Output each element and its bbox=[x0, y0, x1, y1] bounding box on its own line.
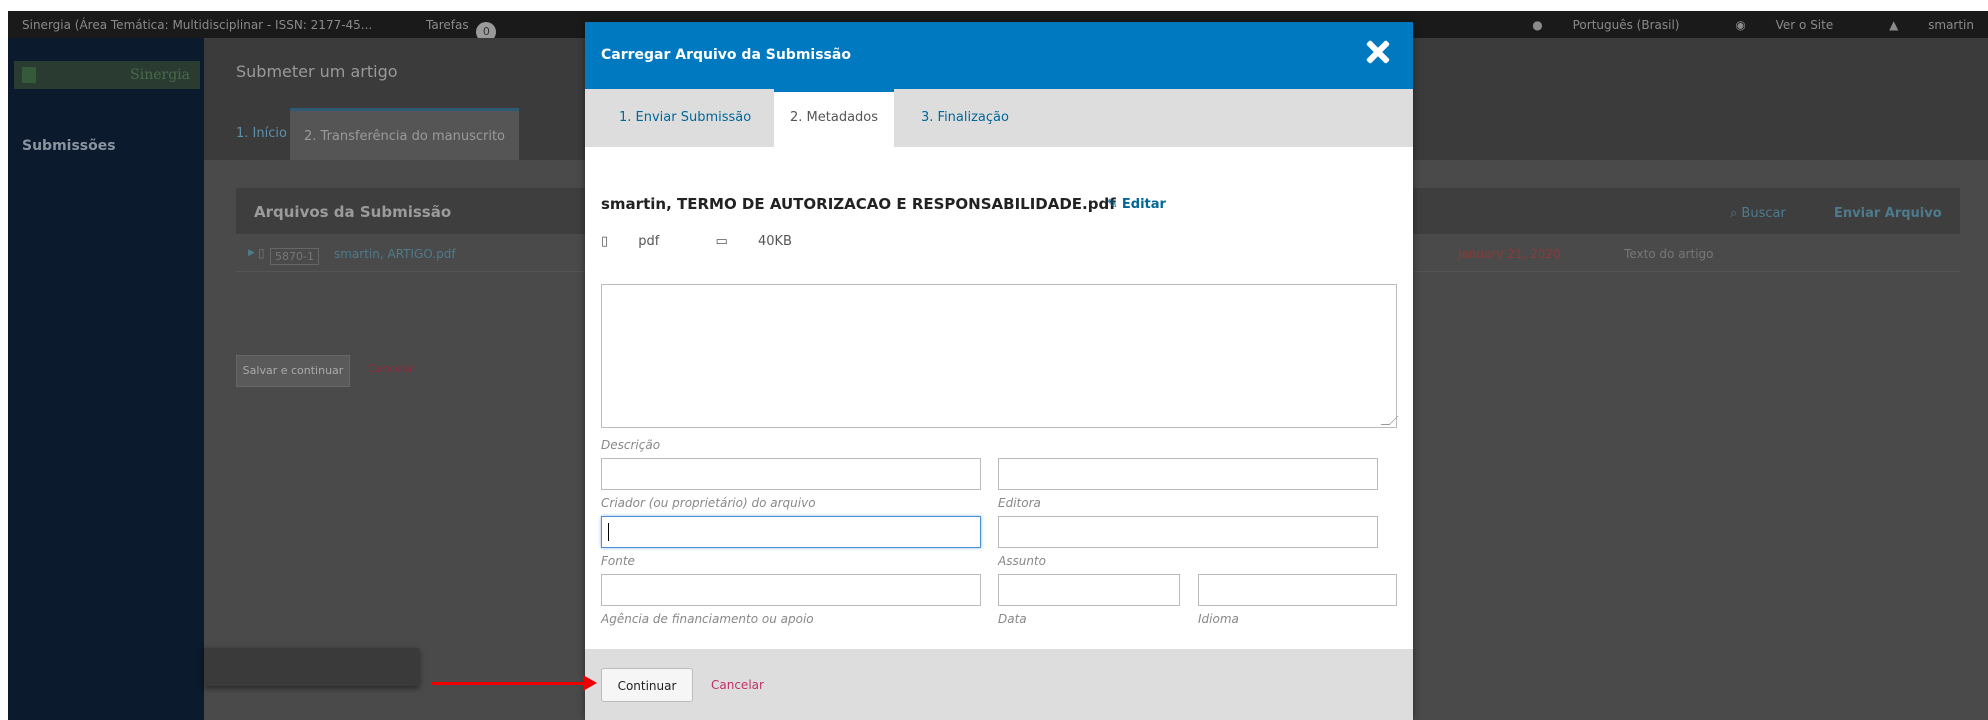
sidebar: Sinergia Submissões bbox=[8, 38, 204, 720]
subject-input[interactable] bbox=[998, 516, 1378, 548]
cancel-link[interactable]: Cancelar bbox=[368, 362, 417, 375]
edit-label: Editar bbox=[1121, 197, 1166, 212]
modal-footer bbox=[585, 649, 1413, 720]
source-label: Fonte bbox=[601, 554, 635, 568]
source-input[interactable] bbox=[601, 516, 981, 548]
tab-finalizacao[interactable]: 3. Finalização bbox=[905, 89, 1025, 147]
date-input[interactable] bbox=[998, 574, 1180, 606]
annotation-arrow-line bbox=[432, 682, 584, 685]
subject-label: Assunto bbox=[998, 554, 1046, 568]
file-meta: ▯ pdf ▭ 40KB bbox=[601, 234, 844, 249]
sidebar-item-submissions[interactable]: Submissões bbox=[22, 138, 116, 154]
notification-toast bbox=[204, 648, 419, 686]
search-link[interactable]: ⌕ Buscar bbox=[1730, 206, 1786, 221]
eye-icon: ◉ bbox=[1735, 18, 1746, 32]
sponsor-input[interactable] bbox=[601, 574, 981, 606]
file-type: Texto do artigo bbox=[1624, 247, 1714, 261]
language-label: Português (Brasil) bbox=[1572, 18, 1680, 32]
view-site-label: Ver o Site bbox=[1775, 18, 1834, 32]
document-icon: ▯ bbox=[258, 246, 265, 260]
creator-input[interactable] bbox=[601, 458, 981, 490]
file-size: ▭ 40KB bbox=[716, 234, 818, 249]
logo-text: Sinergia bbox=[130, 67, 190, 83]
language-menu[interactable]: ● Português (Brasil) bbox=[1506, 18, 1683, 32]
drive-icon: ▭ bbox=[715, 234, 732, 249]
publisher-label: Editora bbox=[998, 496, 1041, 510]
uploaded-file-name: smartin, TERMO DE AUTORIZACAO E RESPONSA… bbox=[601, 195, 1116, 213]
modal-title: Carregar Arquivo da Submissão bbox=[601, 47, 851, 63]
file-date: January 21, 2020 bbox=[1458, 247, 1561, 261]
resize-handle-icon[interactable] bbox=[1380, 416, 1399, 425]
file-id: 5870-1 bbox=[270, 248, 319, 265]
step-inicio[interactable]: 1. Início bbox=[236, 126, 287, 141]
top-bar-right: ● Português (Brasil) ◉ Ver o Site ▲ smar… bbox=[1480, 18, 1974, 32]
view-site-link[interactable]: ◉ Ver o Site bbox=[1709, 18, 1837, 32]
save-continue-button[interactable]: Salvar e continuar bbox=[236, 355, 350, 387]
modal-header: Carregar Arquivo da Submissão bbox=[585, 22, 1413, 89]
user-name: smartin bbox=[1928, 18, 1974, 32]
globe-icon: ● bbox=[1532, 18, 1543, 32]
modal-cancel-link[interactable]: Cancelar bbox=[711, 678, 764, 692]
tab-enviar-submissao[interactable]: 1. Enviar Submissão bbox=[603, 89, 767, 147]
file-format-label: pdf bbox=[638, 234, 660, 249]
modal-tabs: 1. Enviar Submissão 2. Metadados 3. Fina… bbox=[585, 89, 1413, 147]
description-label: Descrição bbox=[601, 438, 661, 452]
panel-title: Arquivos da Submissão bbox=[254, 203, 452, 221]
expand-arrow-icon[interactable]: ▶ bbox=[248, 248, 255, 258]
annotation-arrow-head-icon bbox=[583, 675, 597, 691]
description-textarea[interactable] bbox=[601, 284, 1399, 428]
tasks-label: Tarefas bbox=[426, 18, 469, 32]
tab-metadados[interactable]: 2. Metadados bbox=[774, 89, 895, 147]
date-label: Data bbox=[998, 612, 1027, 626]
file-name-link[interactable]: smartin, ARTIGO.pdf bbox=[334, 247, 456, 261]
site-title-link[interactable]: Sinergia (Área Temática: Multidisciplina… bbox=[22, 18, 372, 32]
user-icon: ▲ bbox=[1889, 18, 1899, 32]
pdf-icon: ▯ bbox=[601, 234, 613, 249]
step-transferencia[interactable]: 2. Transferência do manuscrito bbox=[290, 108, 519, 160]
pencil-icon: ✎ bbox=[1107, 197, 1118, 212]
language-input[interactable] bbox=[1198, 574, 1397, 606]
journal-logo[interactable]: Sinergia bbox=[14, 61, 200, 89]
page-title: Submeter um artigo bbox=[236, 62, 398, 81]
language-label: Idioma bbox=[1198, 612, 1239, 626]
upload-file-modal: Carregar Arquivo da Submissão 1. Enviar … bbox=[585, 22, 1413, 720]
logo-mark-icon bbox=[22, 67, 36, 83]
upload-file-link[interactable]: Enviar Arquivo bbox=[1834, 206, 1942, 221]
file-size-label: 40KB bbox=[757, 234, 792, 249]
continue-button[interactable]: Continuar bbox=[601, 668, 693, 702]
close-icon[interactable] bbox=[1363, 37, 1393, 67]
search-label: Buscar bbox=[1741, 206, 1786, 221]
file-format: ▯ pdf bbox=[601, 234, 685, 249]
user-menu[interactable]: ▲ smartin bbox=[1863, 18, 1974, 32]
sponsor-label: Agência de financiamento ou apoio bbox=[601, 612, 814, 626]
edit-link[interactable]: ✎ Editar bbox=[1107, 197, 1166, 212]
search-icon: ⌕ bbox=[1730, 206, 1742, 221]
left-margin bbox=[0, 11, 8, 720]
publisher-input[interactable] bbox=[998, 458, 1378, 490]
creator-label: Criador (ou proprietário) do arquivo bbox=[601, 496, 816, 510]
